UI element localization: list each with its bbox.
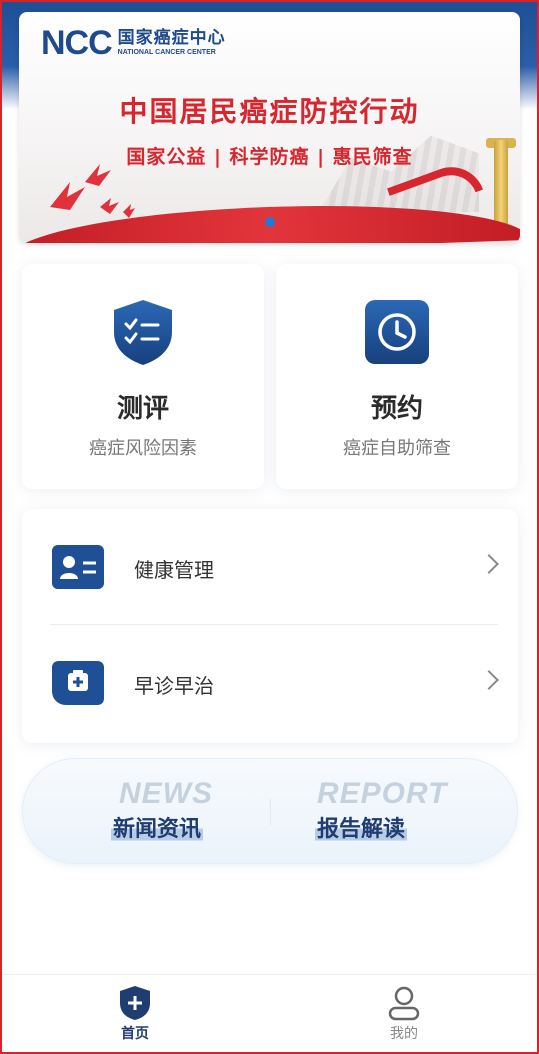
tab-profile-label: 我的 <box>390 1026 418 1042</box>
service-list: 健康管理 早诊早治 <box>22 509 518 743</box>
news-shortcut[interactable]: NEWS 新闻资讯 <box>23 759 271 865</box>
tab-home-label: 首页 <box>121 1026 149 1042</box>
home-shield-plus-icon <box>120 986 150 1020</box>
tab-profile[interactable]: 我的 <box>269 975 539 1054</box>
user-icon <box>388 986 420 1021</box>
appointment-subtitle: 癌症自助筛查 <box>343 438 451 459</box>
report-shortcut[interactable]: REPORT 报告解读 <box>271 759 519 865</box>
news-report-shortcuts: NEWS 新闻资讯 REPORT 报告解读 <box>22 758 518 864</box>
banner-title: 中国居民癌症防控行动 <box>119 95 420 128</box>
doves-graphic <box>50 164 135 218</box>
list-item-label: 健康管理 <box>134 558 214 582</box>
promo-banner[interactable]: NCC 国家癌症中心 NATIONAL CANCER CENTER 中国居民癌症… <box>19 12 520 243</box>
assessment-title: 测评 <box>116 394 169 424</box>
list-item-health-management[interactable]: 健康管理 <box>22 509 518 625</box>
logo-mark: NCC <box>41 24 113 62</box>
report-label: 报告解读 <box>315 811 408 843</box>
news-label: 新闻资讯 <box>111 811 204 843</box>
huabiao-pillar-graphic <box>494 140 508 230</box>
carousel-indicator-dot[interactable] <box>265 217 275 227</box>
appointment-card[interactable]: 预约 癌症自助筛查 <box>276 264 518 489</box>
logo-chinese-name: 国家癌症中心 <box>117 28 226 48</box>
chevron-right-icon <box>479 670 499 690</box>
clock-icon <box>365 300 429 364</box>
list-item-label: 早诊早治 <box>134 674 214 698</box>
tab-home[interactable]: 首页 <box>0 975 270 1054</box>
id-card-icon <box>52 545 104 589</box>
appointment-title: 预约 <box>370 394 423 424</box>
news-english-label: NEWS <box>119 777 213 810</box>
report-english-label: REPORT <box>317 777 448 810</box>
ncc-logo: NCC 国家癌症中心 NATIONAL CANCER CENTER <box>41 26 226 60</box>
logo-english-name: NATIONAL CANCER CENTER <box>117 49 216 56</box>
chevron-right-icon <box>479 554 499 574</box>
assessment-subtitle: 癌症风险因素 <box>89 438 197 459</box>
medical-kit-icon <box>52 661 104 705</box>
assessment-card[interactable]: 测评 癌症风险因素 <box>22 264 264 489</box>
shield-checklist-icon <box>114 300 172 365</box>
list-item-early-diagnosis[interactable]: 早诊早治 <box>22 625 518 741</box>
bottom-tab-bar: 首页 我的 <box>0 974 539 1054</box>
